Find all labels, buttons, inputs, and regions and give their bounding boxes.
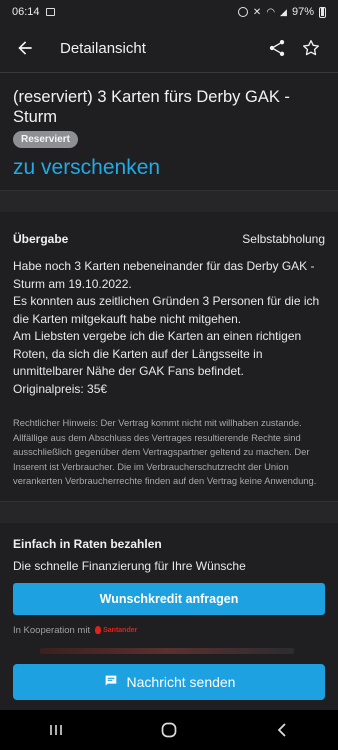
- mute-icon: ✕: [252, 6, 262, 18]
- recent-apps-icon[interactable]: [36, 716, 76, 744]
- home-icon[interactable]: [149, 716, 189, 744]
- description-line: Habe noch 3 Karten nebeneinander für das…: [13, 259, 315, 291]
- description-line: Am Liebsten vergebe ich die Karten an ei…: [13, 329, 302, 378]
- gallery-icon: [45, 8, 55, 16]
- image-preview-strip: [40, 648, 294, 654]
- partner-name: Santander: [103, 626, 138, 634]
- send-message-label: Nachricht senden: [126, 674, 236, 690]
- delivery-label: Übergabe: [13, 232, 69, 246]
- section-gap: [0, 190, 338, 212]
- ad-price: zu verschenken: [13, 156, 161, 179]
- star-icon[interactable]: [294, 33, 328, 63]
- ad-header: (reserviert) 3 Karten fürs Derby GAK -St…: [0, 73, 338, 190]
- finance-heading: Einfach in Raten bezahlen: [13, 536, 162, 551]
- cooperation-text: In Kooperation mit: [13, 624, 91, 636]
- share-icon[interactable]: [260, 33, 294, 63]
- status-bar: 06:14 ✕ ◠ ◢ 97%: [0, 0, 338, 24]
- description: Habe noch 3 Karten nebeneinander für das…: [13, 258, 325, 398]
- santander-logo[interactable]: Santander: [95, 626, 137, 634]
- signal-icon: ◢: [280, 6, 287, 17]
- delivery-value: Selbstabholung: [242, 232, 325, 246]
- status-badge: Reserviert: [13, 131, 78, 148]
- system-nav-bar: [0, 710, 338, 750]
- battery-icon: [319, 6, 326, 18]
- app-bar: Detailansicht: [0, 24, 338, 72]
- flame-icon: [95, 626, 102, 634]
- back-nav-icon[interactable]: [262, 716, 302, 744]
- credit-request-button[interactable]: Wunschkredit anfragen: [13, 582, 325, 615]
- delivery-row: Übergabe Selbstabholung: [13, 232, 325, 246]
- description-line: Es konnten aus zeitlichen Gründen 3 Pers…: [13, 294, 320, 326]
- finance-subheading: Die schnelle Finanzierung für Ihre Wünsc…: [13, 558, 246, 573]
- bottom-action-bar: Nachricht senden: [0, 656, 338, 710]
- section-gap: [0, 500, 338, 523]
- wifi-icon: ◠: [266, 6, 276, 18]
- battery-percent: 97%: [291, 6, 314, 18]
- details-section: Übergabe Selbstabholung Habe noch 3 Kart…: [0, 212, 338, 501]
- status-time: 06:14: [12, 6, 40, 18]
- cooperation-row: In Kooperation mit Santander: [13, 625, 325, 636]
- send-message-button[interactable]: Nachricht senden: [13, 664, 325, 700]
- legal-notice: Rechtlicher Hinweis: Der Vertrag kommt n…: [13, 417, 317, 486]
- alarm-icon: [237, 7, 248, 17]
- chat-icon: [103, 673, 119, 692]
- finance-section: Einfach in Raten bezahlen Die schnelle F…: [0, 522, 338, 646]
- page-title: Detailansicht: [60, 39, 146, 57]
- description-line: Originalpreis: 35€: [13, 381, 108, 396]
- ad-title: (reserviert) 3 Karten fürs Derby GAK -St…: [13, 88, 290, 126]
- back-arrow-icon[interactable]: [10, 33, 40, 63]
